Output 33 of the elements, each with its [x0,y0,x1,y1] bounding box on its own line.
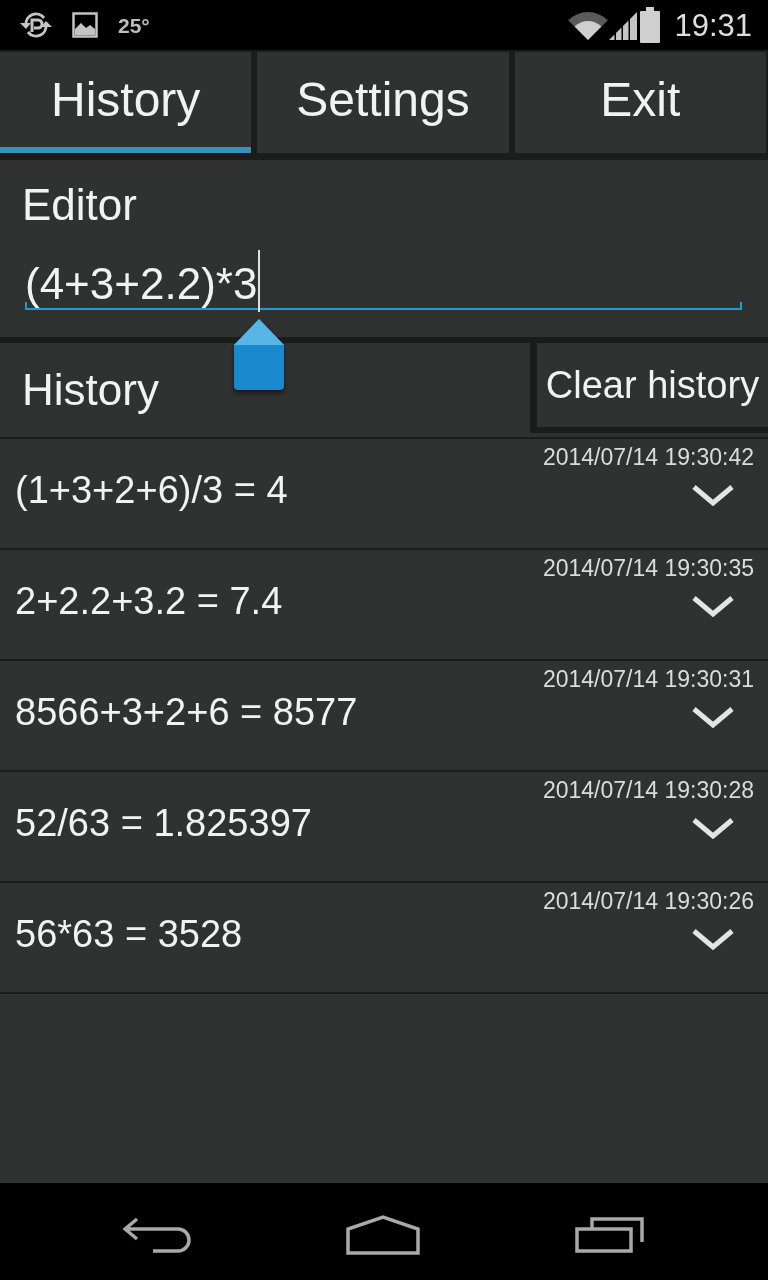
wifi-icon [568,10,609,40]
editor-title: Editor [22,179,138,231]
clock-time: 19:31 [674,9,752,41]
history-expression: 52/63 = 1.825397 [15,801,313,846]
chevron-down-icon[interactable] [691,595,735,617]
tab[interactable]: Settings [257,52,509,153]
back-icon[interactable] [123,1216,191,1253]
chevron-down-icon[interactable] [691,928,735,950]
history-expression: 56*63 = 3528 [15,912,244,957]
text-cursor [258,250,261,312]
history-expression: (1+3+2+6)/3 = 4 [15,468,289,513]
timestamp: 2014/07/14 19:30:26 [541,887,754,915]
timestamp: 2014/07/14 19:30:31 [541,665,754,693]
chevron-down-icon[interactable] [691,484,735,506]
battery-icon [640,7,661,43]
home-icon[interactable] [346,1214,420,1255]
history-expression: 2+2.2+3.2 = 7.4 [15,579,284,624]
clear-history-button[interactable]: Clear history [530,343,768,433]
circular-arrows-icon [20,9,52,41]
history-title: History [21,364,159,416]
tab[interactable]: Exit [514,52,766,153]
image-icon [72,12,98,38]
temperature-text: 25° [118,14,150,36]
tab[interactable]: History [0,52,252,153]
timestamp: 2014/07/14 19:30:35 [541,554,754,582]
cursor-handle[interactable] [233,318,286,392]
chevron-down-icon[interactable] [691,706,735,728]
timestamp: 2014/07/14 19:30:42 [541,443,754,471]
recents-icon[interactable] [575,1216,645,1253]
chevron-down-icon[interactable] [691,817,735,839]
history-expression: 8566+3+2+6 = 8577 [15,690,359,735]
signal-icon [609,10,638,40]
timestamp: 2014/07/14 19:30:28 [541,776,754,804]
